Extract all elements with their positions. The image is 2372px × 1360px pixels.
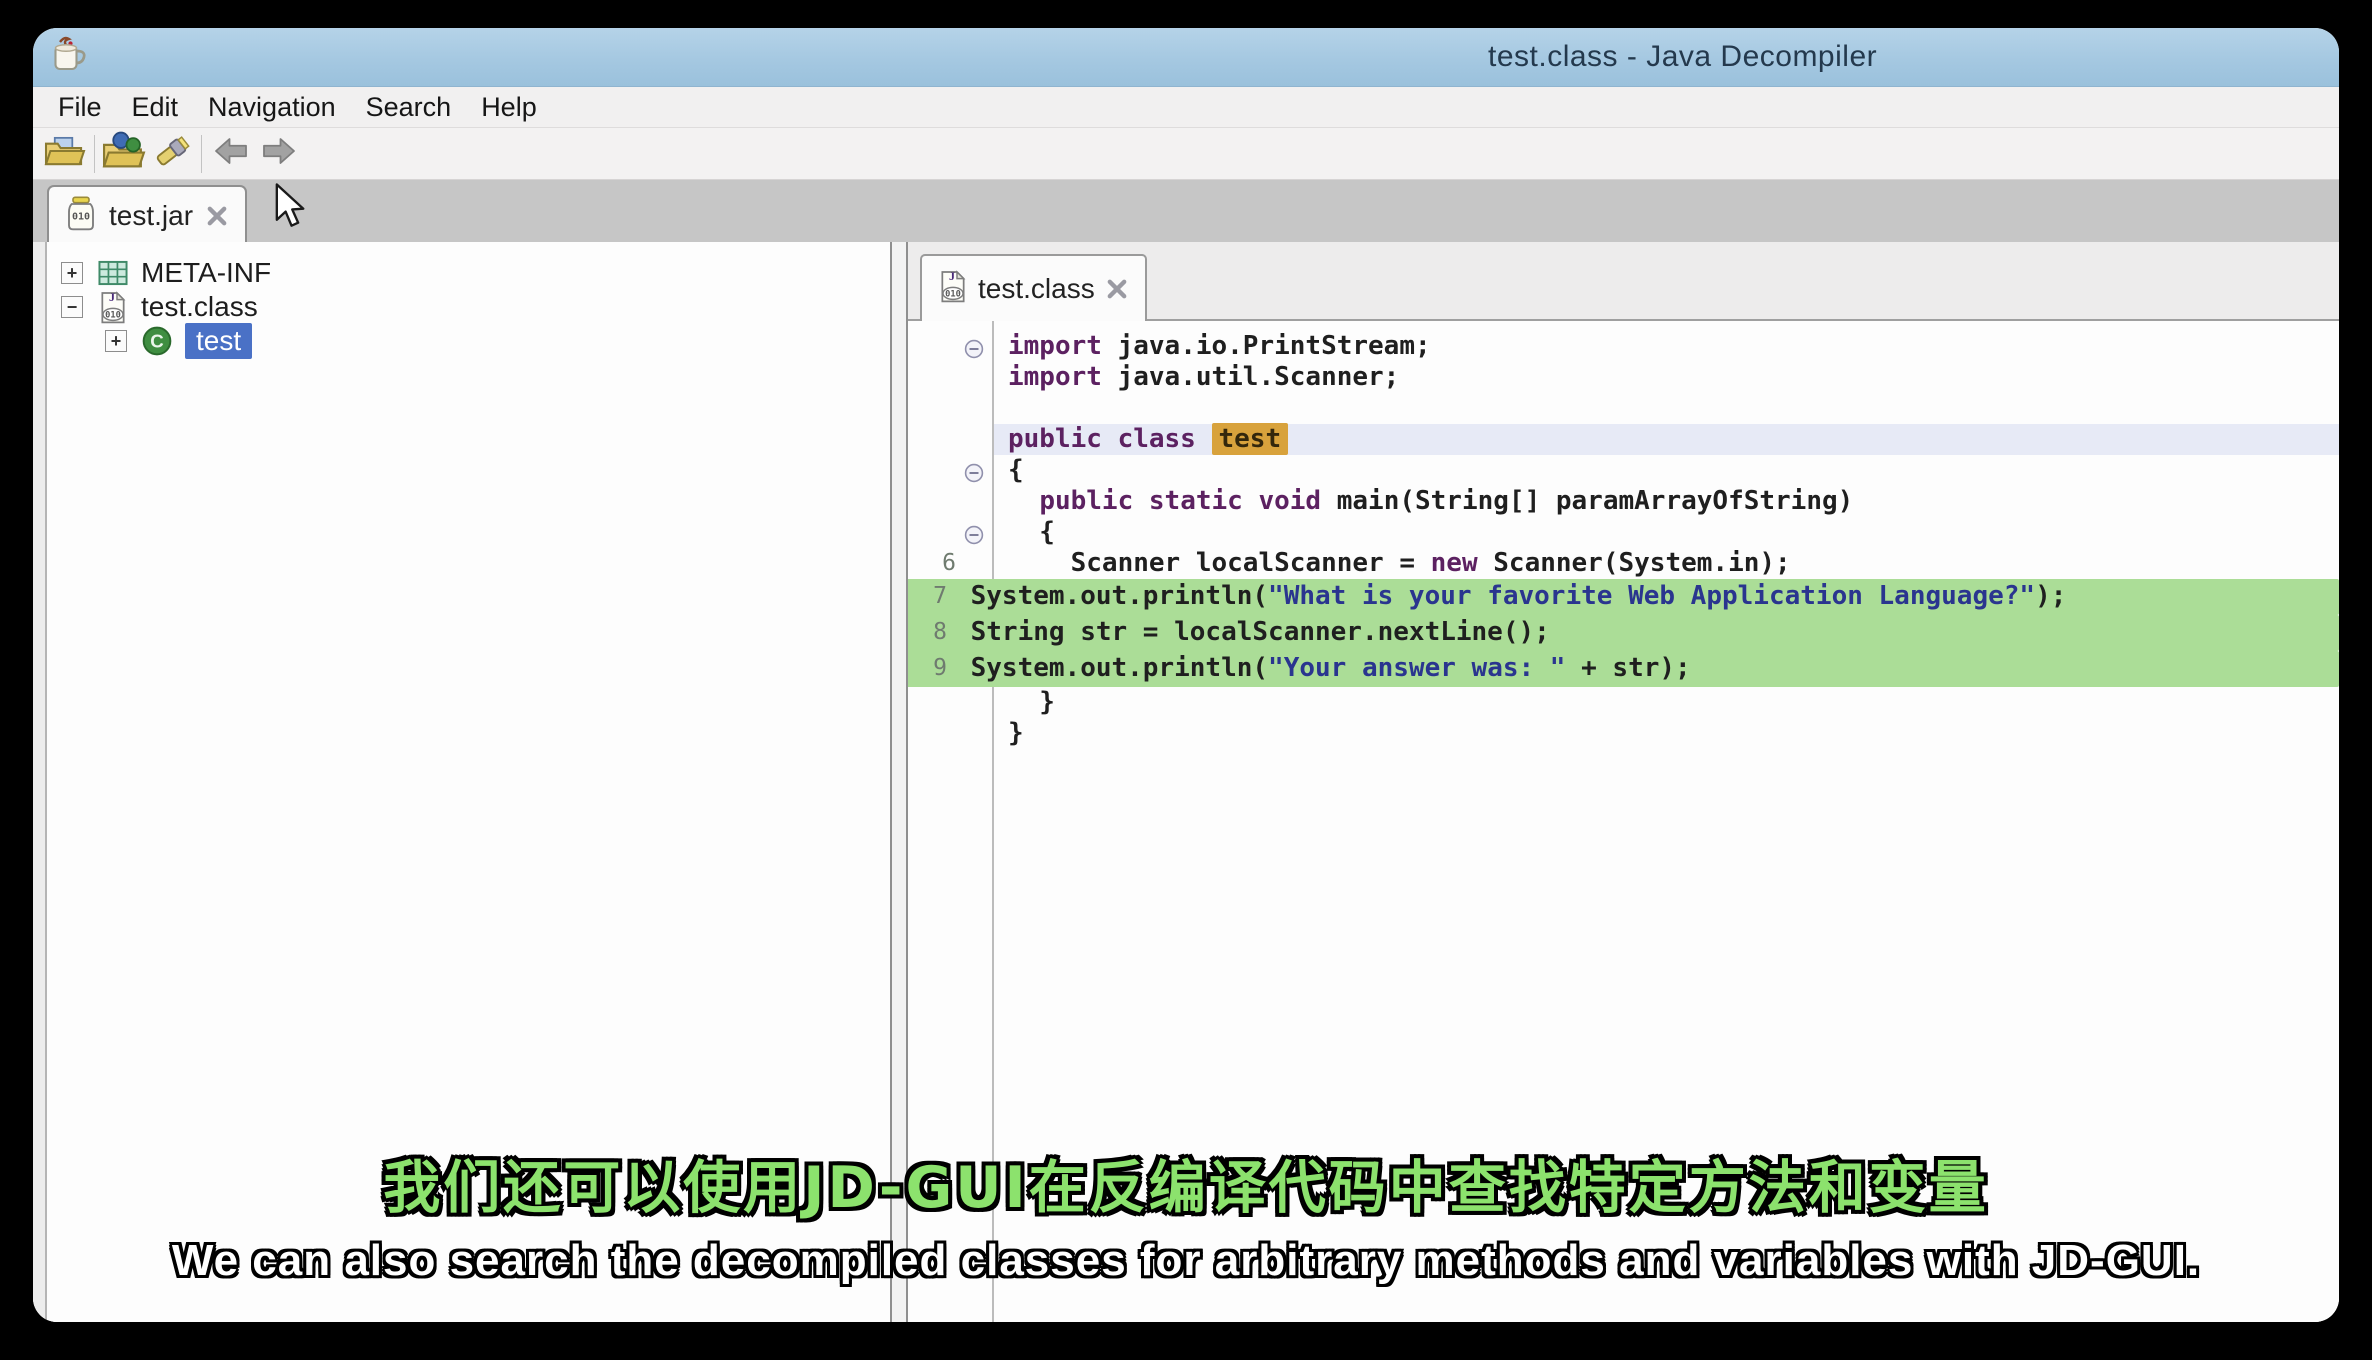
code-lines: import java.io.PrintStream;import java.u…: [908, 331, 2339, 749]
editor-tab-row: J 010 test.class: [908, 242, 2339, 321]
forward-button[interactable]: [255, 132, 303, 176]
code-line: 8 String str = localScanner.nextLine();: [908, 615, 2339, 651]
close-icon[interactable]: [1105, 277, 1129, 301]
line-number: 6: [908, 548, 956, 579]
search-highlight: System.out.println("What is your favorit…: [962, 579, 2081, 614]
title-bar[interactable]: test.class - Java Decompiler: [33, 28, 2339, 87]
class-file-icon: J 010: [97, 292, 129, 322]
code-line: {: [908, 455, 2339, 486]
svg-text:C: C: [150, 331, 163, 352]
tree-item-label: META-INF: [141, 257, 271, 289]
code-line: public class test: [908, 424, 2339, 455]
subtitle-english: We can also search the decompiled classe…: [0, 1236, 2372, 1286]
menu-item-help[interactable]: Help: [466, 92, 552, 123]
fold-minus-icon[interactable]: [964, 336, 984, 356]
search-button[interactable]: [148, 132, 196, 176]
tab-test-class[interactable]: J 010 test.class: [920, 254, 1147, 321]
code-text: System.out.println("Your answer was: " +…: [908, 653, 1705, 683]
code-text: import java.io.PrintStream;: [1008, 331, 1431, 361]
code-text: }: [1008, 687, 1055, 717]
open-file-icon: [43, 132, 87, 175]
screen: test.class - Java Decompiler FileEditNav…: [0, 0, 2372, 1360]
window-title: test.class - Java Decompiler: [1488, 40, 1877, 74]
menu-item-edit[interactable]: Edit: [117, 92, 194, 123]
code-text: }: [1008, 718, 1024, 748]
tree-item-label: test.class: [141, 291, 258, 323]
expand-icon[interactable]: +: [105, 330, 127, 352]
toolbar: [33, 128, 2339, 180]
code-text: Scanner localScanner = new Scanner(Syste…: [1008, 548, 1791, 578]
code-line: {: [908, 517, 2339, 548]
code-text: String str = localScanner.nextLine();: [908, 617, 1564, 647]
fold-minus-icon[interactable]: [964, 522, 984, 542]
expand-icon[interactable]: +: [61, 262, 83, 284]
jar-tab-row: 010 test.jar: [33, 180, 2339, 245]
tree-item-meta-inf[interactable]: + META-INF: [47, 256, 890, 290]
collapse-icon[interactable]: −: [61, 296, 83, 318]
search-highlight: System.out.println("Your answer was: " +…: [962, 651, 1705, 686]
class-icon: C: [141, 326, 173, 356]
svg-text:010: 010: [72, 211, 90, 222]
subtitle-chinese: 我们还可以使用JD-GUI在反编译代码中查找特定方法和变量: [0, 1142, 2372, 1224]
code-text: System.out.println("What is your favorit…: [908, 581, 2080, 611]
open-type-button[interactable]: [100, 132, 148, 176]
code-line: public static void main(String[] paramAr…: [908, 486, 2339, 517]
close-icon[interactable]: [205, 204, 229, 228]
tree-item-test[interactable]: + Ctest: [47, 324, 890, 358]
code-text: import java.util.Scanner;: [1008, 362, 1399, 392]
menu-item-search[interactable]: Search: [351, 92, 467, 123]
code-text: {: [1008, 517, 1055, 547]
forward-icon: [258, 133, 300, 174]
tab-label: test.class: [978, 273, 1095, 305]
code-text: {: [1008, 455, 1024, 485]
search-icon: [150, 131, 194, 176]
tree-item-label: test: [185, 323, 252, 359]
toolbar-separator: [94, 135, 95, 173]
menu-item-file[interactable]: File: [43, 92, 117, 123]
code-line: 7 System.out.println("What is your favor…: [908, 579, 2339, 615]
back-button[interactable]: [207, 132, 255, 176]
code-line: }: [908, 718, 2339, 749]
open-file-button[interactable]: [41, 132, 89, 176]
code-text: public class test: [1008, 424, 1288, 454]
jar-icon: 010: [65, 196, 97, 237]
mouse-cursor-icon: [272, 183, 314, 238]
code-line: }: [908, 687, 2339, 718]
java-cup-icon: [45, 33, 93, 81]
code-line: [908, 393, 2339, 424]
package-icon: [97, 258, 129, 288]
code-line: import java.io.PrintStream;: [908, 331, 2339, 362]
menu-bar: FileEditNavigationSearchHelp: [33, 87, 2339, 128]
svg-text:J: J: [949, 269, 955, 283]
code-line: 9 System.out.println("Your answer was: "…: [908, 651, 2339, 687]
toolbar-separator: [201, 135, 202, 173]
tab-label: test.jar: [109, 200, 193, 232]
tree-item-test-class[interactable]: − J 010 test.class: [47, 290, 890, 324]
class-file-icon: J 010: [938, 268, 968, 309]
open-type-icon: [101, 131, 147, 176]
svg-text:J: J: [109, 290, 115, 304]
back-icon: [210, 133, 252, 174]
svg-text:010: 010: [105, 311, 121, 321]
svg-text:010: 010: [945, 290, 961, 300]
search-highlight: String str = localScanner.nextLine();: [962, 615, 1564, 650]
menu-item-navigation[interactable]: Navigation: [193, 92, 351, 123]
code-line: 6 Scanner localScanner = new Scanner(Sys…: [908, 548, 2339, 579]
tab-test-jar[interactable]: 010 test.jar: [47, 185, 247, 245]
code-line: import java.util.Scanner;: [908, 362, 2339, 393]
jd-gui-window: test.class - Java Decompiler FileEditNav…: [33, 28, 2339, 1322]
fold-minus-icon[interactable]: [964, 460, 984, 480]
code-text: public static void main(String[] paramAr…: [1008, 486, 1853, 516]
